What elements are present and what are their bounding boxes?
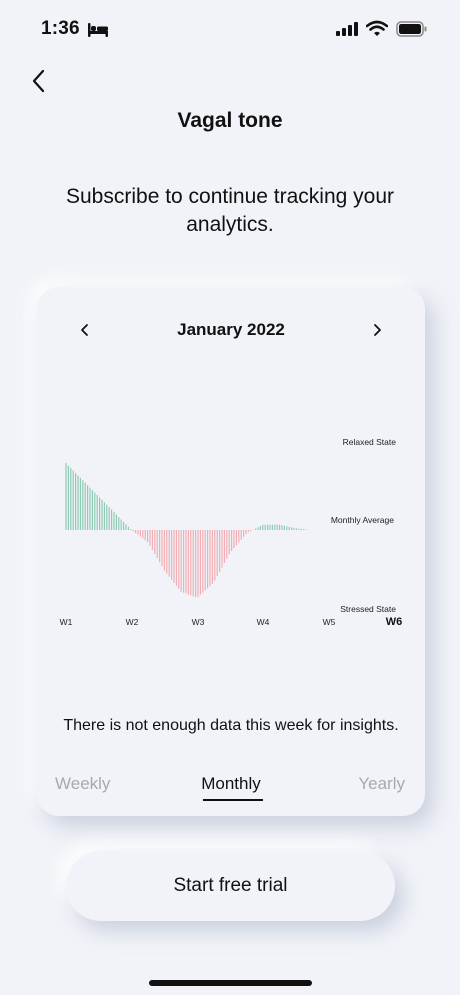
bed-icon [88, 23, 108, 37]
next-month-button[interactable] [369, 320, 385, 340]
tab-yearly[interactable]: Yearly [358, 774, 405, 794]
chevron-right-icon [374, 324, 381, 336]
status-time: 1:36 [41, 18, 80, 39]
subscribe-message: Subscribe to continue tracking your anal… [65, 185, 394, 236]
page-title: Vagal tone [177, 109, 283, 132]
x-tick-w3: W3 [192, 617, 205, 627]
vagal-tone-chart: Relaxed State Monthly Average Stressed S… [60, 437, 403, 628]
analytics-card: January 2022 Relaxed State Monthly Avera… [37, 287, 425, 816]
chevron-left-icon [32, 69, 45, 93]
chart-bars [65, 463, 307, 598]
active-tab-indicator [203, 799, 263, 801]
wifi-icon [366, 20, 388, 36]
x-tick-w4: W4 [257, 617, 270, 627]
back-button[interactable] [26, 66, 56, 96]
start-free-trial-button[interactable]: Start free trial [66, 851, 395, 921]
y-label-relaxed: Relaxed State [343, 437, 397, 447]
y-label-stressed: Stressed State [340, 604, 396, 614]
month-title: January 2022 [177, 320, 285, 339]
x-tick-w6: W6 [386, 616, 403, 628]
cellular-signal-icon [336, 22, 358, 36]
status-bar: 1:36 [0, 0, 460, 60]
battery-icon [396, 21, 427, 37]
x-tick-w2: W2 [126, 617, 139, 627]
y-label-average: Monthly Average [331, 515, 394, 525]
x-tick-w1: W1 [60, 617, 73, 627]
start-free-trial-label: Start free trial [173, 875, 288, 896]
insight-text: There is not enough data this week for i… [63, 717, 399, 734]
home-indicator [149, 980, 312, 986]
x-tick-w5: W5 [323, 617, 336, 627]
